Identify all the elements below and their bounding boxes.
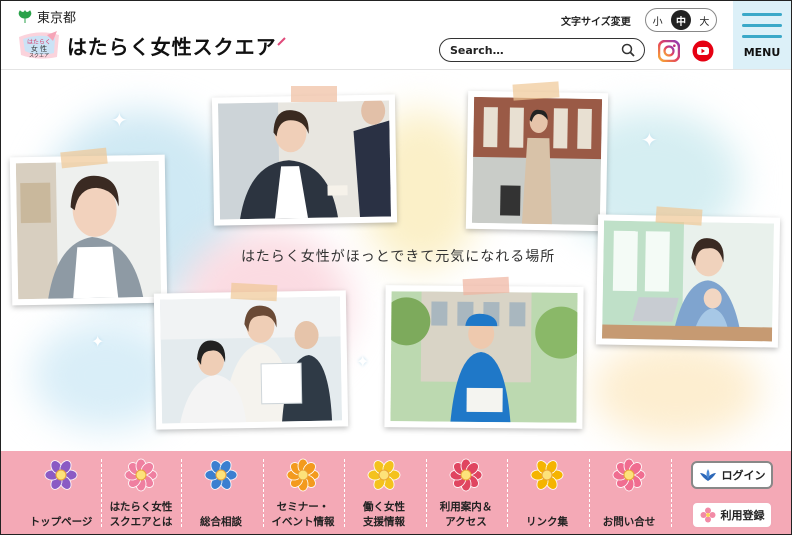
nav-divider xyxy=(426,459,428,527)
gov-name: 東京都 xyxy=(37,11,77,26)
search-input[interactable] xyxy=(448,42,612,58)
instagram-icon[interactable] xyxy=(658,40,680,62)
nav-item[interactable]: トップページ xyxy=(21,451,101,534)
menu-bar xyxy=(742,24,782,27)
watercolor-blob xyxy=(591,340,761,440)
tape xyxy=(462,276,510,296)
site-title: はたらく女性スクエア xyxy=(67,34,277,59)
nav-divider xyxy=(344,459,346,527)
tape xyxy=(291,86,337,102)
menu-label: MENU xyxy=(743,46,781,59)
page-frame: 東京都 はたらく 女 性 スクエア はたらく女性スクエア 文字サイズ変更 小 中… xyxy=(0,0,792,535)
nav-item[interactable]: 総合相談 xyxy=(181,451,261,534)
login-label: ログイン xyxy=(721,469,766,482)
nav-item[interactable]: リンク集 xyxy=(507,451,587,534)
bottom-nav: トップページ はたらく女性 スクエアとは 総合相談 セミナー・ イベント情報 働く女性 … xyxy=(1,451,791,534)
photo-delivery-worker xyxy=(384,285,584,429)
orange-flower-icon xyxy=(286,458,320,492)
nav-divider xyxy=(589,459,591,527)
register-button[interactable]: 利用登録 xyxy=(691,501,773,529)
photo-reception-desk xyxy=(211,94,398,226)
sparkle-icon: ✦ xyxy=(111,108,128,132)
pink-flower-icon xyxy=(124,458,158,492)
rose-flower-icon xyxy=(612,458,646,492)
nav-item[interactable]: 働く女性 支援情報 xyxy=(344,451,424,534)
svg-text:女 性: 女 性 xyxy=(31,44,47,53)
red-flower-icon xyxy=(449,458,483,492)
photo-mother-child-laptop xyxy=(595,214,781,348)
sunflower-icon xyxy=(530,460,564,490)
font-size-large-button[interactable]: 大 xyxy=(694,10,714,30)
gov-link[interactable]: 東京都 xyxy=(17,7,76,26)
photo-office-team xyxy=(153,290,349,430)
site-logo[interactable]: はたらく 女 性 スクエア はたらく女性スクエア xyxy=(17,29,287,61)
font-size-switcher: 小 中 大 xyxy=(645,8,717,32)
login-button[interactable]: ログイン xyxy=(691,461,773,489)
sparkle-icon: ✦ xyxy=(356,352,370,371)
lotus-flower-icon xyxy=(699,469,716,481)
nav-divider xyxy=(263,459,265,527)
menu-bar xyxy=(742,35,782,38)
search-box xyxy=(439,38,645,62)
search-icon[interactable] xyxy=(621,43,635,57)
font-size-label: 文字サイズ変更 xyxy=(561,17,631,28)
sparkle-icon: ✦ xyxy=(641,128,658,152)
pink-flower-icon xyxy=(700,507,715,523)
sparkle-icon: ✦ xyxy=(91,332,105,351)
menu-bar xyxy=(742,13,782,16)
photo-business-traveler xyxy=(465,90,609,232)
nav-item-label: お問い合せ xyxy=(602,516,656,528)
tokyo-gingko-icon xyxy=(18,9,32,23)
nav-item[interactable]: はたらく女性 スクエアとは xyxy=(101,451,181,534)
tape xyxy=(655,206,703,226)
logo-pen-icon xyxy=(276,37,286,46)
nav-divider xyxy=(671,459,673,527)
nav-item[interactable]: セミナー・ イベント情報 xyxy=(263,451,343,534)
site-header: 東京都 はたらく 女 性 スクエア はたらく女性スクエア 文字サイズ変更 小 中… xyxy=(1,1,791,70)
youtube-icon[interactable] xyxy=(692,40,714,62)
menu-button[interactable]: MENU xyxy=(733,1,791,69)
register-label: 利用登録 xyxy=(720,509,765,522)
logo-mark: はたらく 女 性 スクエア xyxy=(17,29,61,61)
nav-item[interactable]: 利用案内＆ アクセス xyxy=(426,451,506,534)
hero-tagline: はたらく女性がほっとできて元気になれる場所 xyxy=(241,249,556,265)
hero-collage: ✦ ✦ ✦ ✦ はたらく女性がほっとできて元気になれる場所 xyxy=(1,70,791,451)
font-size-medium-button[interactable]: 中 xyxy=(670,10,691,30)
photo-smiling-woman xyxy=(9,154,168,306)
blue-flower-icon xyxy=(204,460,238,490)
nav-divider xyxy=(181,459,183,527)
tape xyxy=(512,81,560,101)
nav-divider xyxy=(507,459,509,527)
nav-divider xyxy=(101,459,103,527)
svg-text:スクエア: スクエア xyxy=(29,53,49,59)
font-size-small-button[interactable]: 小 xyxy=(648,10,668,30)
tape xyxy=(230,282,278,302)
purple-flower-icon xyxy=(44,460,78,490)
yellow-flower-icon xyxy=(367,460,401,490)
nav-item[interactable]: お問い合せ xyxy=(589,451,669,534)
